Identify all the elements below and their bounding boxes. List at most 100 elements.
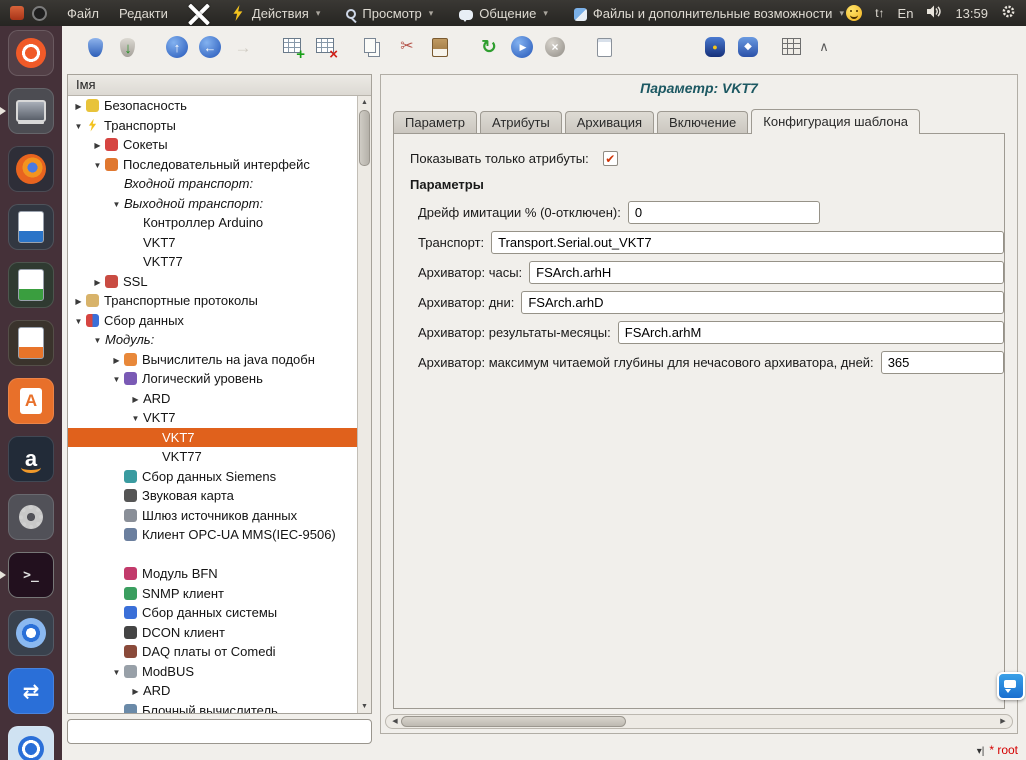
window-app-icon[interactable]	[10, 6, 24, 20]
tree-item[interactable]: Звуковая карта	[68, 486, 358, 506]
expander-icon[interactable]: ▼	[90, 331, 105, 351]
expander-icon[interactable]: ▶	[109, 351, 124, 371]
field-input[interactable]	[529, 261, 1004, 284]
scroll-thumb[interactable]	[401, 716, 626, 727]
expander-icon[interactable]: ▶	[128, 390, 143, 410]
tree-item[interactable]: VKT77	[68, 447, 358, 467]
tab[interactable]: Параметр	[393, 111, 477, 133]
launcher-item-ubuntu[interactable]	[8, 30, 54, 76]
attrs-only-checkbox[interactable]: ✔	[603, 151, 618, 166]
tab[interactable]: Конфигурация шаблона	[751, 109, 920, 134]
delete-item-icon[interactable]: ×	[312, 34, 338, 60]
tree-item[interactable]: Клиент OPC-UA MMS(IEC-9506)	[68, 525, 358, 564]
menu-file[interactable]: Файл	[67, 6, 99, 21]
tree-item[interactable]: ▶ARD	[68, 681, 358, 701]
table-view-icon[interactable]	[778, 33, 804, 59]
field-input[interactable]	[521, 291, 1004, 314]
launcher-item-amazon[interactable]	[8, 436, 54, 482]
launcher-item-chromium[interactable]	[8, 610, 54, 656]
expander-icon[interactable]: ▶	[71, 97, 86, 117]
tab[interactable]: Включение	[657, 111, 748, 133]
launcher-item-software-center[interactable]	[8, 378, 54, 424]
cut-item-icon[interactable]: ✂	[394, 34, 420, 60]
tree-item[interactable]: VKT7	[68, 233, 358, 253]
tree-item[interactable]: DCON клиент	[68, 623, 358, 643]
menu-communication[interactable]: Общение▾	[459, 6, 548, 21]
launcher-item-firefox[interactable]	[8, 146, 54, 192]
start-periodic-icon[interactable]: ▶	[509, 34, 535, 60]
scroll-up-icon[interactable]: ▲	[358, 96, 371, 109]
expander-icon[interactable]: ▶	[128, 682, 143, 702]
launcher-item-bottom[interactable]	[8, 726, 54, 760]
horizontal-scrollbar[interactable]: ◀ ▶	[385, 714, 1013, 729]
add-item-icon[interactable]: +	[279, 34, 305, 60]
launcher-item-impress[interactable]	[8, 320, 54, 366]
tree-item[interactable]: ▼Выходной транспорт:	[68, 194, 358, 214]
clear-icon[interactable]	[591, 34, 617, 60]
up-level-icon[interactable]: ↑	[164, 34, 190, 60]
tree-item[interactable]: Шлюз источников данных	[68, 506, 358, 526]
menu-edit[interactable]: Редакти	[119, 6, 168, 21]
launcher-item-settings[interactable]	[8, 494, 54, 540]
tree-item[interactable]: ▼VKT7	[68, 408, 358, 428]
refresh-icon[interactable]: ↻	[476, 34, 502, 60]
field-input[interactable]	[881, 351, 1004, 374]
expander-icon[interactable]: ▶	[90, 136, 105, 156]
scroll-thumb[interactable]	[359, 110, 370, 166]
module-icon-1[interactable]: ●	[702, 34, 728, 60]
tree-item[interactable]: Сбор данных системы	[68, 603, 358, 623]
expander-icon[interactable]: ▼	[90, 156, 105, 176]
chat-bubble-icon[interactable]	[995, 670, 1023, 707]
session-gear-icon[interactable]	[1001, 4, 1016, 22]
tree-item[interactable]: Входной транспорт:	[68, 174, 358, 194]
tree-item[interactable]: VKT77	[68, 252, 358, 272]
launcher-item-terminal[interactable]	[8, 552, 54, 598]
tree-item[interactable]: ▶Транспортные протоколы	[68, 291, 358, 311]
expander-icon[interactable]: ▼	[71, 117, 86, 137]
stop-periodic-icon[interactable]: ×	[542, 34, 568, 60]
clock[interactable]: 13:59	[955, 6, 988, 21]
tree-item[interactable]: ▶ARD	[68, 389, 358, 409]
field-input[interactable]	[628, 201, 820, 224]
launcher-item-writer[interactable]	[8, 204, 54, 250]
input-method-indicator[interactable]: t↑	[875, 6, 884, 20]
window-indicator-icon[interactable]	[32, 6, 47, 21]
expander-icon[interactable]: ▼	[109, 370, 124, 390]
tree-item[interactable]: Модуль BFN	[68, 564, 358, 584]
expander-icon[interactable]: ▼	[128, 409, 143, 429]
tree-item[interactable]: ▼Транспорты	[68, 116, 358, 136]
field-input[interactable]	[491, 231, 1004, 254]
tree-item[interactable]: ▶Безопасность	[68, 96, 358, 116]
tree-item[interactable]: Контроллер Arduino	[68, 213, 358, 233]
volume-icon[interactable]	[926, 5, 942, 21]
tree-item[interactable]: ▼ModBUS	[68, 662, 358, 682]
keyboard-layout-indicator[interactable]: En	[898, 6, 914, 21]
load-db-icon[interactable]	[82, 34, 108, 60]
tree-item[interactable]: ▶Вычислитель на java подобн	[68, 350, 358, 370]
tab[interactable]: Атрибуты	[480, 111, 562, 133]
tree-item[interactable]: ▼Логический уровень	[68, 369, 358, 389]
tree-header[interactable]: Імя	[68, 75, 371, 96]
scroll-left-icon[interactable]: ◀	[388, 715, 402, 728]
launcher-item-desktop[interactable]	[8, 88, 54, 134]
tree-item[interactable]: ▶SSL	[68, 272, 358, 292]
expander-icon[interactable]: ▼	[109, 195, 124, 215]
menu-files-extra[interactable]: Файлы и дополнительные возможности▾	[574, 6, 844, 21]
field-input[interactable]	[618, 321, 1004, 344]
tree-scrollbar[interactable]: ▲ ▼	[357, 96, 371, 713]
scroll-right-icon[interactable]: ▶	[996, 715, 1010, 728]
forward-icon[interactable]: →	[230, 34, 256, 60]
launcher-item-calc[interactable]	[8, 262, 54, 308]
tree-item[interactable]: SNMP клиент	[68, 584, 358, 604]
tree-item[interactable]: ▶Сокеты	[68, 135, 358, 155]
expander-icon[interactable]: ▼	[109, 663, 124, 683]
smiley-indicator-icon[interactable]	[846, 5, 862, 21]
menu-actions[interactable]: Действия▾	[230, 5, 321, 21]
copy-item-icon[interactable]	[361, 34, 387, 60]
tree-item[interactable]: Сбор данных Siemens	[68, 467, 358, 487]
module-icon-2[interactable]: ◆	[735, 34, 761, 60]
tree-filter-input[interactable]	[67, 719, 372, 744]
expander-icon[interactable]: ▼	[71, 312, 86, 332]
menu-view[interactable]: Просмотр▾	[346, 6, 433, 21]
toolbar-collapse-icon[interactable]: ∧	[811, 33, 837, 59]
